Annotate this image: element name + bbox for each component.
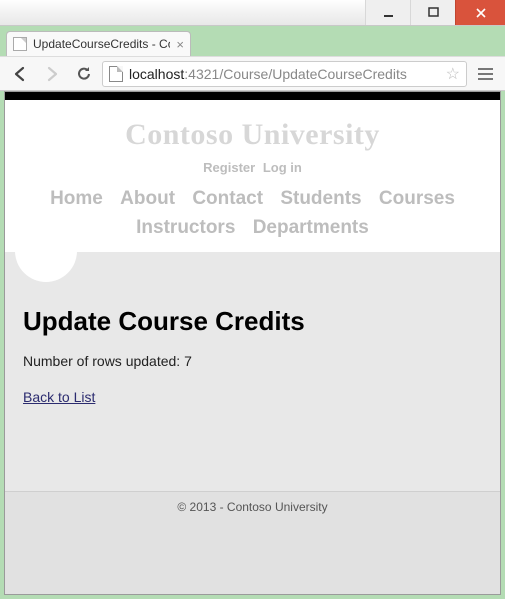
browser-toolbar: localhost:4321/Course/UpdateCourseCredit… [0, 56, 505, 91]
main-nav: Home About Contact Students Courses Inst… [15, 185, 490, 242]
document-icon [109, 66, 123, 82]
result-message: Number of rows updated: 7 [23, 353, 482, 369]
hamburger-icon [478, 68, 493, 80]
arrow-right-icon [43, 65, 61, 83]
footer-text: © 2013 - Contoso University [177, 500, 327, 514]
nav-home[interactable]: Home [50, 188, 103, 209]
back-button[interactable] [6, 61, 34, 87]
window-maximize-button[interactable] [410, 0, 455, 25]
url-port: :4321 [184, 66, 219, 82]
page-title: Update Course Credits [23, 306, 482, 337]
site-title: Contoso University [15, 118, 490, 152]
nav-about[interactable]: About [120, 188, 175, 209]
register-link[interactable]: Register [203, 160, 255, 175]
close-icon [475, 7, 487, 19]
reload-button[interactable] [70, 61, 98, 87]
nav-instructors[interactable]: Instructors [136, 217, 235, 238]
rows-updated-count: 7 [184, 353, 192, 369]
top-accent-bar [5, 92, 500, 100]
browser-menu-button[interactable] [471, 61, 499, 87]
nav-courses[interactable]: Courses [379, 188, 455, 209]
window-minimize-button[interactable] [365, 0, 410, 25]
page-content: Update Course Credits Number of rows upd… [5, 252, 500, 491]
minimize-icon [383, 7, 394, 18]
site-footer: © 2013 - Contoso University [5, 491, 500, 594]
auth-links: Register Log in [15, 160, 490, 175]
maximize-icon [428, 7, 439, 18]
site-header: Contoso University Register Log in Home … [5, 100, 500, 252]
url-path: /Course/UpdateCourseCredits [219, 66, 407, 82]
bookmark-star-icon[interactable]: ☆ [446, 64, 460, 84]
window-close-button[interactable] [455, 0, 505, 25]
nav-students[interactable]: Students [280, 188, 361, 209]
arrow-left-icon [11, 65, 29, 83]
back-to-list-link[interactable]: Back to List [23, 389, 95, 405]
reload-icon [76, 65, 93, 82]
tab-title: UpdateCourseCredits - Co [33, 37, 170, 51]
forward-button[interactable] [38, 61, 66, 87]
page-icon [13, 37, 27, 51]
result-message-prefix: Number of rows updated: [23, 353, 184, 369]
browser-tab[interactable]: UpdateCourseCredits - Co × [6, 31, 191, 56]
login-link[interactable]: Log in [263, 160, 302, 175]
url-text: localhost:4321/Course/UpdateCourseCredit… [129, 66, 440, 82]
url-host: localhost [129, 66, 184, 82]
tab-close-icon[interactable]: × [176, 38, 184, 51]
nav-departments[interactable]: Departments [253, 217, 369, 238]
page-viewport: Contoso University Register Log in Home … [4, 91, 501, 595]
window-titlebar [0, 0, 505, 26]
browser-tabstrip: UpdateCourseCredits - Co × [0, 26, 505, 56]
header-curve-decoration [15, 220, 77, 282]
address-bar[interactable]: localhost:4321/Course/UpdateCourseCredit… [102, 61, 467, 87]
nav-contact[interactable]: Contact [192, 188, 263, 209]
